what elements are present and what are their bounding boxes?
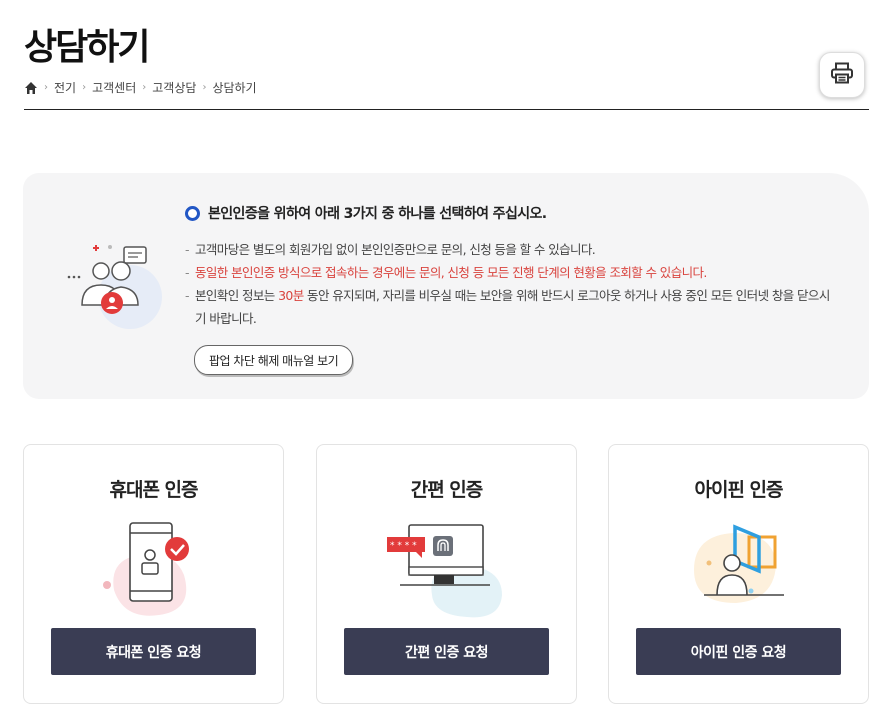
simple-auth-button[interactable]: 간편 인증 요청 [344, 628, 549, 675]
breadcrumb-item-current: 상담하기 [212, 81, 257, 95]
mobile-auth-button[interactable]: 휴대폰 인증 요청 [51, 628, 256, 675]
ipin-auth-card: 아이핀 인증 아이핀 인증 요청 [608, 444, 869, 704]
circle-bullet-icon [185, 205, 200, 221]
user-verification-illustration [60, 235, 170, 335]
simple-auth-card: 간편 인증 * * * * 간편 인증 요청 [316, 444, 577, 704]
chevron-right-icon: › [202, 82, 207, 93]
home-icon[interactable] [24, 81, 38, 95]
chevron-right-icon: › [82, 82, 87, 93]
print-button[interactable] [819, 52, 865, 98]
card-title: 간편 인증 [410, 479, 484, 501]
breadcrumb-item-electricity[interactable]: 전기 [54, 79, 76, 96]
mobile-phone-icon [79, 515, 229, 623]
page-title: 상담하기 [24, 27, 150, 68]
ipin-auth-button[interactable]: 아이핀 인증 요청 [636, 628, 841, 675]
breadcrumb-item-customer-center[interactable]: 고객센터 [92, 79, 136, 96]
notice-heading: 본인인증을 위하여 아래 3가지 중 하나를 선택하여 주십시오. [185, 203, 547, 223]
notice-item-warning: 동일한 본인인증 방식으로 접속하는 경우에는 문의, 신청 등 모든 진행 단… [185, 261, 835, 284]
mobile-auth-card: 휴대폰 인증 휴대폰 인증 요청 [23, 444, 284, 704]
monitor-fingerprint-icon: * * * * [372, 515, 522, 623]
popup-unblock-manual-button[interactable]: 팝업 차단 해제 매뉴얼 보기 [194, 345, 354, 375]
card-title: 아이핀 인증 [694, 479, 783, 501]
breadcrumb-item-customer-consult[interactable]: 고객상담 [152, 79, 196, 96]
header-divider [24, 109, 869, 110]
chevron-right-icon: › [44, 82, 48, 93]
notice-list: 고객마당은 별도의 회원가입 없이 본인인증만으로 문의, 신청 등을 할 수 … [185, 238, 835, 330]
breadcrumb: › 전기 › 고객센터 › 고객상담 › 상담하기 [24, 79, 257, 96]
notice-item: 고객마당은 별도의 회원가입 없이 본인인증만으로 문의, 신청 등을 할 수 … [185, 238, 835, 261]
svg-text:* * * *: * * * * [390, 541, 417, 551]
chevron-right-icon: › [142, 82, 147, 93]
notice-item: 본인확인 정보는 30분 동안 유지되며, 자리를 비우실 때는 보안을 위해 … [185, 284, 835, 330]
session-duration: 30분 [278, 288, 304, 303]
card-title: 휴대폰 인증 [109, 479, 198, 501]
printer-icon [830, 62, 854, 88]
ipin-icon [664, 515, 814, 623]
